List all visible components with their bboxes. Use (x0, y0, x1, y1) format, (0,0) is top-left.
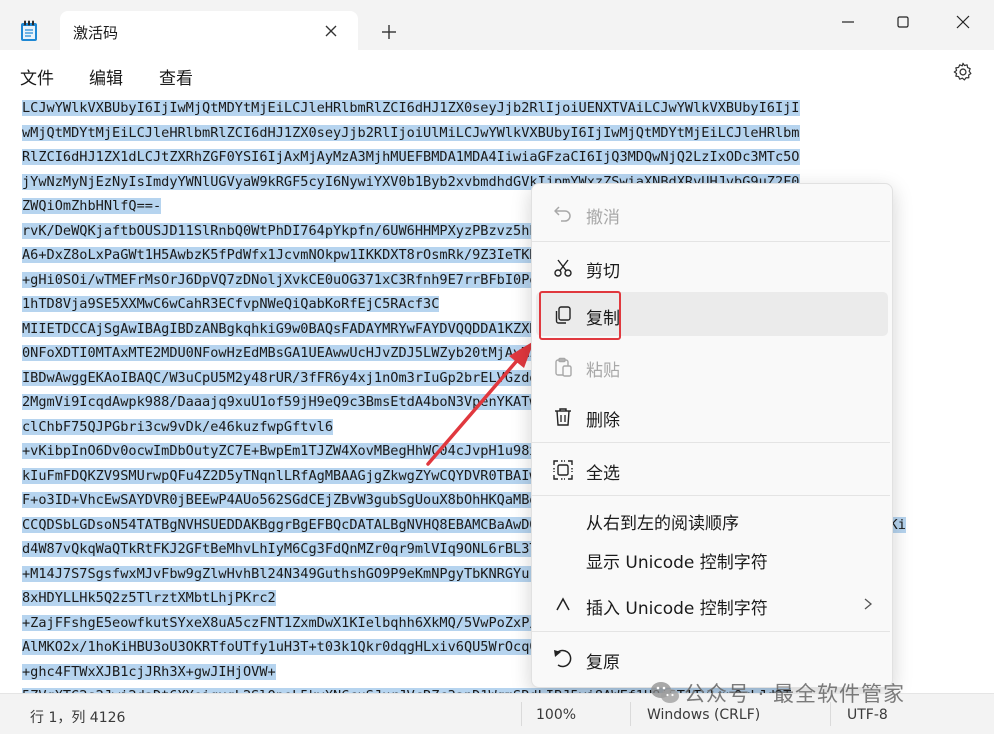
menu-item-label: 从右到左的阅读顺序 (586, 514, 739, 534)
menu-view[interactable]: 查看 (159, 64, 193, 89)
menu-file[interactable]: 文件 (20, 64, 54, 89)
menu-bar: 文件 编辑 查看 (0, 50, 994, 94)
menu-item-undo: 撤消 (536, 191, 888, 235)
separator (630, 702, 631, 726)
scissors-icon (554, 259, 572, 277)
selected-text: +ghc4FTWxXJB1cjJRh3X+gwJIHjOVW+ (22, 663, 276, 680)
selected-text: wMjQtMDYtMjEiLCJleHRlbmRlZCI6dHJ1ZX0seyJ… (22, 124, 800, 141)
minimize-icon[interactable] (836, 10, 860, 34)
menu-item-cut[interactable]: 剪切 (536, 245, 888, 289)
paste-icon (555, 357, 572, 377)
chevron-right-icon (864, 598, 873, 610)
menu-item-paste: 粘贴 (536, 344, 888, 388)
watermark-text: 公众号 · 最全软件管家 (684, 682, 906, 706)
notepad-icon (21, 20, 37, 41)
separator (532, 241, 890, 242)
plus-icon[interactable] (380, 23, 398, 41)
editor-line[interactable]: LCJwYWlkVXBUbyI6IjIwMjQtMDYtMjEiLCJleHRl… (22, 96, 972, 121)
line-ending: Windows (CRLF) (647, 707, 761, 723)
cursor-position: 行 1，列 4126 (30, 710, 126, 726)
selected-text: RlZCI6dHJ1ZX1dLCJtZXRhZGF0YSI6IjAxMjAyMz… (22, 149, 800, 165)
menu-item-label: 插入 Unicode 控制字符 (586, 599, 768, 619)
wechat-icon (651, 682, 679, 703)
context-menu: 撤消 剪切 复制 粘贴 删除 全选 从右到左的阅读顺序 显示 Unicode 控… (531, 183, 893, 688)
trash-icon (555, 408, 571, 426)
separator (521, 702, 522, 726)
copy-highlight-box (539, 291, 621, 340)
menu-item-label: 显示 Unicode 控制字符 (586, 553, 768, 573)
title-bar: 激活码 (0, 0, 994, 50)
select-all-icon (553, 460, 573, 480)
maximize-icon[interactable] (891, 10, 915, 34)
menu-item-label: 全选 (586, 464, 620, 484)
tab-activation-code[interactable]: 激活码 (60, 11, 358, 50)
selected-text: 1hTD8Vja9SE5XXMwC6wCahR3ECfvpNWeQiQabKoR… (22, 296, 440, 312)
separator (532, 495, 890, 496)
tab-title: 激活码 (73, 24, 119, 42)
separator (532, 631, 890, 632)
reconversion-icon (554, 649, 572, 668)
menu-item-reconversion[interactable]: 复原 (536, 636, 888, 680)
zoom-level: 100% (536, 707, 577, 723)
close-icon[interactable] (951, 10, 975, 34)
menu-item-rtl-reading[interactable]: 从右到左的阅读顺序 (536, 497, 888, 541)
menu-item-show-unicode[interactable]: 显示 Unicode 控制字符 (536, 536, 888, 580)
menu-edit[interactable]: 编辑 (89, 64, 123, 89)
menu-item-label: 粘贴 (586, 361, 620, 381)
separator (532, 442, 890, 443)
menu-item-select-all[interactable]: 全选 (536, 447, 888, 491)
close-icon[interactable] (322, 22, 340, 40)
selected-text: ZWQiOmZhbHNlfQ==- (22, 198, 162, 214)
selected-text: clChbF75QJPGbri3cw9vDk/e46kuzfwpGftvl6 (22, 418, 333, 435)
gear-icon[interactable] (952, 61, 974, 83)
menu-item-label: 删除 (586, 411, 620, 431)
menu-item-label: 撤消 (586, 208, 620, 228)
caret-up-icon (556, 597, 570, 611)
scrollbar[interactable] (980, 94, 994, 693)
menu-item-delete[interactable]: 删除 (536, 394, 888, 438)
undo-icon (554, 206, 571, 222)
selected-text: 8xHDYLLHk5Q2z5TlrztXMbtLhjPKrc2 (22, 590, 276, 606)
menu-item-insert-unicode[interactable]: 插入 Unicode 控制字符 (536, 582, 888, 626)
editor-line[interactable]: wMjQtMDYtMjEiLCJleHRlbmRlZCI6dHJ1ZX0seyJ… (22, 121, 972, 146)
selected-text: LCJwYWlkVXBUbyI6IjIwMjQtMDYtMjEiLCJleHRl… (22, 100, 800, 116)
menu-item-label: 剪切 (586, 262, 620, 282)
encoding: UTF-8 (847, 707, 888, 723)
menu-item-label: 复原 (586, 653, 620, 673)
editor-line[interactable]: RlZCI6dHJ1ZX1dLCJtZXRhZGF0YSI6IjAxMjAyMz… (22, 145, 972, 170)
